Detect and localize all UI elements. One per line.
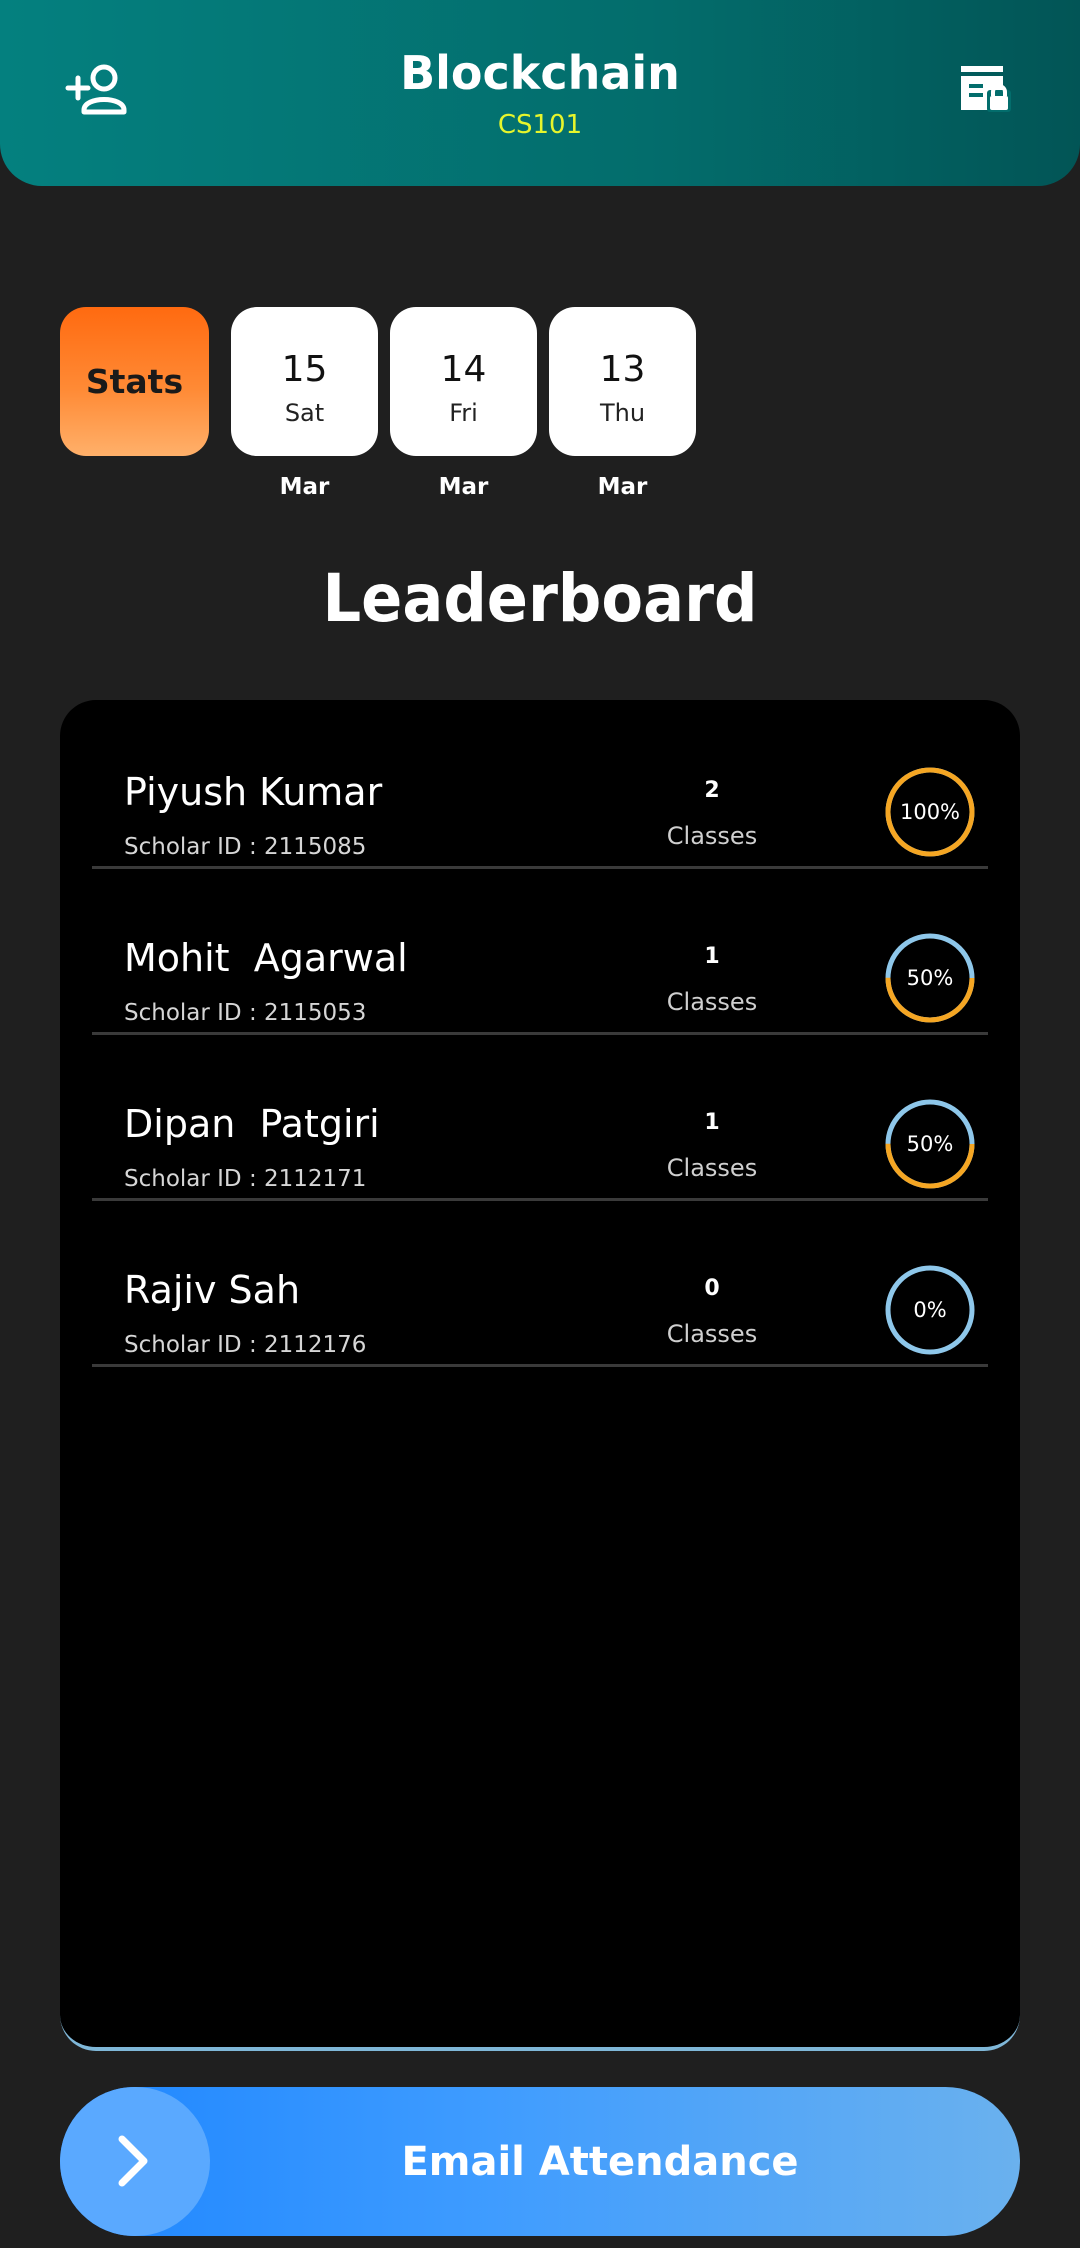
classes-label: Classes (666, 822, 758, 850)
chevron-right-icon (60, 2087, 210, 2236)
scholar-id: Scholar ID : 2115053 (124, 1000, 367, 1026)
locked-list-icon[interactable] (955, 60, 1025, 120)
date-day: 15 (281, 349, 328, 390)
date-chip-15[interactable]: 15 Sat (231, 307, 378, 456)
date-month: Mar (438, 474, 489, 500)
date-chip-14[interactable]: 14 Fri (390, 307, 537, 456)
class-count: 0 (704, 1276, 720, 1301)
date-chip-13[interactable]: 13 Thu (549, 307, 696, 456)
leaderboard-title: Leaderboard (322, 560, 758, 637)
leaderboard-row[interactable]: Rajiv Sah Scholar ID : 2112176 0 Classes… (92, 1198, 988, 1367)
scholar-id: Scholar ID : 2112171 (124, 1166, 367, 1192)
student-name: Piyush Kumar (124, 770, 383, 814)
page-title: Blockchain (400, 46, 680, 100)
app-header: Blockchain CS101 (0, 0, 1080, 186)
scholar-id: Scholar ID : 2112176 (124, 1332, 367, 1358)
attendance-ring: 100% (884, 766, 976, 858)
date-month: Mar (597, 474, 648, 500)
classes-label: Classes (666, 1154, 758, 1182)
attendance-ring: 50% (884, 932, 976, 1024)
class-count: 1 (704, 1110, 720, 1135)
email-attendance-label: Email Attendance (401, 2138, 799, 2185)
class-count: 2 (704, 778, 720, 803)
attendance-percent: 50% (906, 1132, 954, 1156)
classes-label: Classes (666, 1320, 758, 1348)
course-code: CS101 (497, 110, 583, 140)
attendance-percent: 50% (906, 966, 954, 990)
leaderboard-row[interactable]: Dipan Patgiri Scholar ID : 2112171 1 Cla… (92, 1032, 988, 1201)
date-day: 14 (440, 349, 487, 390)
date-weekday: Sat (284, 399, 325, 427)
classes-label: Classes (666, 988, 758, 1016)
leaderboard-row[interactable]: Mohit Agarwal Scholar ID : 2115053 1 Cla… (92, 866, 988, 1035)
attendance-ring: 50% (884, 1098, 976, 1190)
student-name: Dipan Patgiri (124, 1102, 380, 1146)
attendance-ring: 0% (884, 1264, 976, 1356)
email-attendance-button[interactable]: Email Attendance (60, 2087, 1020, 2236)
class-count: 1 (704, 944, 720, 969)
date-day: 13 (599, 349, 646, 390)
leaderboard-row[interactable]: Piyush Kumar Scholar ID : 2115085 2 Clas… (92, 700, 988, 869)
attendance-percent: 0% (913, 1298, 947, 1322)
date-weekday: Fri (449, 399, 478, 427)
date-weekday: Thu (599, 399, 646, 427)
student-name: Mohit Agarwal (124, 936, 408, 980)
leaderboard-panel: Piyush Kumar Scholar ID : 2115085 2 Clas… (60, 700, 1020, 2051)
student-name: Rajiv Sah (124, 1268, 301, 1312)
scholar-id: Scholar ID : 2115085 (124, 834, 367, 860)
attendance-percent: 100% (899, 800, 961, 824)
stats-button[interactable]: Stats (60, 307, 209, 456)
date-month: Mar (279, 474, 330, 500)
